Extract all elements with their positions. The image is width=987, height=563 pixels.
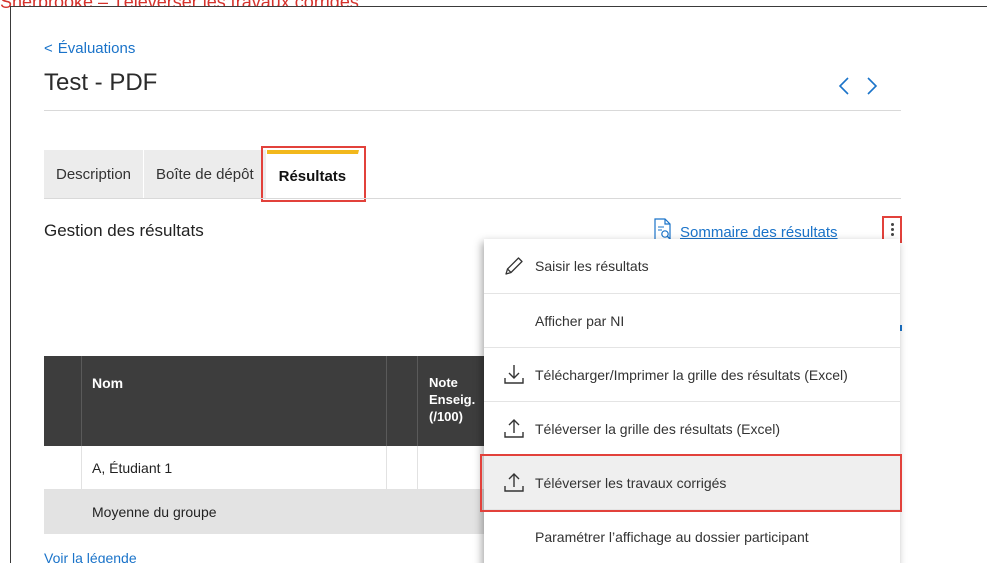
menu-item-label: Télécharger/Imprimer la grille des résul… [535,366,848,383]
summary-link-label: Sommaire des résultats [680,223,838,241]
pencil-icon [502,254,526,278]
header-name[interactable]: Nom [92,375,123,391]
row-empty-cell [386,446,418,490]
section-title: Gestion des résultats [44,221,204,240]
item-navigation [837,75,879,97]
menu-item-label: Téléverser les travaux corrigés [535,474,727,491]
tabs-divider [44,198,901,199]
menu-item-label: Afficher par NI [535,312,625,329]
menu-item-upload-grid[interactable]: Téléverser la grille des résultats (Exce… [484,401,900,455]
row-select-cell[interactable] [44,446,82,490]
header-note[interactable]: Note Enseig. (/100) [429,374,484,425]
group-average-row: Moyenne du groupe [44,490,484,534]
actions-menu: Saisir les résultats Afficher par NI Tél… [480,239,902,563]
legend-link[interactable]: Voir la légende [44,550,137,563]
tab-dropbox[interactable]: Boîte de dépôt [144,150,267,198]
upload-icon [502,417,526,441]
back-link-label: Évaluations [57,40,136,57]
menu-item-show-by-id[interactable]: Afficher par NI [484,293,900,347]
kebab-dot [890,233,894,236]
header-empty-cell [386,356,418,446]
menu-item-label: Saisir les résultats [535,258,649,274]
previous-arrow-icon[interactable] [837,75,851,97]
app-window: < Évaluations Test - PDF Description Boît… [10,6,987,563]
tab-results[interactable]: Résultats [260,146,367,202]
tab-bar: Description Boîte de dépôt Résultats [44,146,367,202]
chevron-left-icon: < [44,40,53,57]
tab-results-label: Résultats [278,167,347,185]
group-average-label: Moyenne du groupe [92,504,217,520]
table-header: Nom Note Enseig. (/100) [44,356,484,446]
table-row[interactable]: A, Étudiant 1 [44,446,484,490]
menu-item-label: Téléverser la grille des résultats (Exce… [535,420,781,437]
menu-item-download-grid[interactable]: Télécharger/Imprimer la grille des résul… [484,347,900,401]
download-icon [502,363,526,387]
menu-item-enter-results[interactable]: Saisir les résultats [484,239,900,293]
page-title: Test - PDF [44,69,158,96]
kebab-dot [890,228,894,231]
menu-item-upload-corrected-work[interactable]: Téléverser les travaux corrigés [480,454,902,512]
header-select-cell [44,356,82,446]
student-name: A, Étudiant 1 [92,460,173,476]
upload-icon [502,471,526,495]
back-link[interactable]: < Évaluations [44,40,135,57]
tab-description[interactable]: Description [44,150,145,198]
menu-item-label: Paramétrer l’affichage au dossier partic… [535,528,809,545]
next-arrow-icon[interactable] [865,75,879,97]
kebab-dot [890,223,894,226]
menu-item-participant-display-settings[interactable]: Paramétrer l’affichage au dossier partic… [484,509,900,563]
title-divider [44,110,901,111]
